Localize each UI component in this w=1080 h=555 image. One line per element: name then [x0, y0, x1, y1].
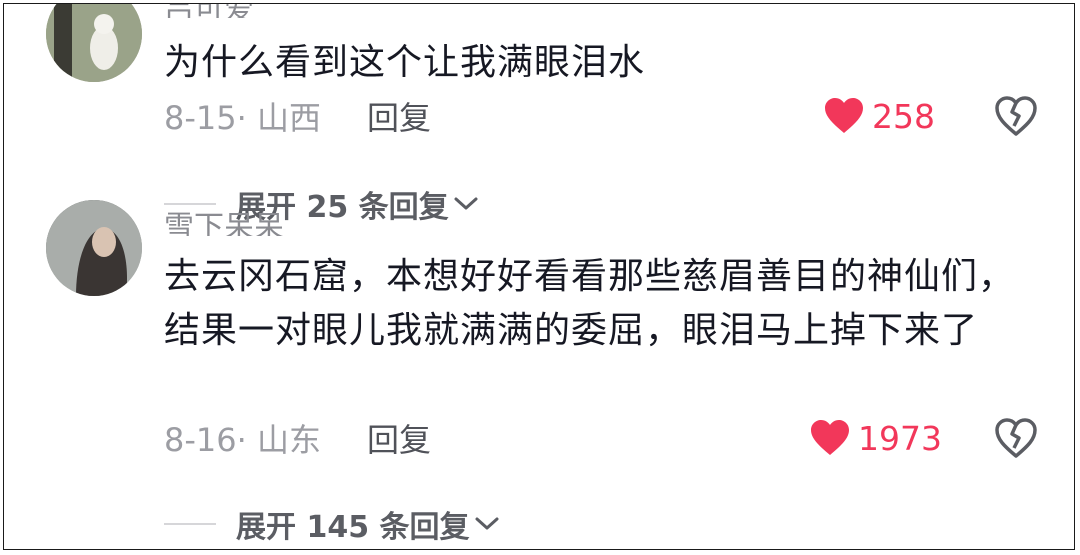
comment-meta: 8-16· 山东 回复	[164, 412, 431, 464]
avatar[interactable]	[46, 4, 142, 82]
comment-meta: 8-15· 山西 回复	[164, 90, 431, 142]
like-count: 1973	[858, 418, 942, 458]
chevron-down-icon	[475, 517, 499, 530]
divider-line	[164, 523, 216, 525]
date-location: 8-16· 山东	[164, 421, 321, 459]
heart-icon	[825, 98, 863, 133]
username[interactable]: 吕可爱	[164, 4, 254, 18]
avatar-image	[46, 4, 142, 82]
like-count: 258	[872, 96, 935, 136]
broken-heart-icon	[995, 418, 1037, 458]
reply-button[interactable]: 回复	[367, 93, 431, 139]
dislike-button[interactable]	[994, 94, 1038, 138]
like-button[interactable]: 258	[824, 90, 935, 142]
username[interactable]: 雪下呆呆	[164, 206, 284, 236]
date-location: 8-15· 山西	[164, 99, 321, 137]
avatar-image	[46, 200, 142, 296]
dislike-button[interactable]	[994, 416, 1038, 460]
expand-replies-button[interactable]: 展开 145 条回复	[164, 500, 500, 548]
comment-text: 为什么看到这个让我满眼泪水	[164, 42, 646, 83]
reply-button[interactable]: 回复	[367, 415, 431, 461]
broken-heart-icon	[995, 96, 1037, 136]
comment-text: 去云冈石窟，本想好好看看那些慈眉善目的神仙们，结果一对眼儿我就满满的委屈，眼泪马…	[164, 256, 1016, 351]
chevron-down-icon	[454, 197, 478, 210]
avatar[interactable]	[46, 200, 142, 296]
comment-list: 吕可爱 为什么看到这个让我满眼泪水 8-15· 山西 回复 258 展开 25 …	[3, 3, 1075, 550]
like-button[interactable]: 1973	[810, 412, 942, 464]
heart-icon	[811, 420, 849, 455]
divider-line	[164, 203, 216, 205]
expand-label: 展开 145 条回复	[236, 510, 470, 545]
